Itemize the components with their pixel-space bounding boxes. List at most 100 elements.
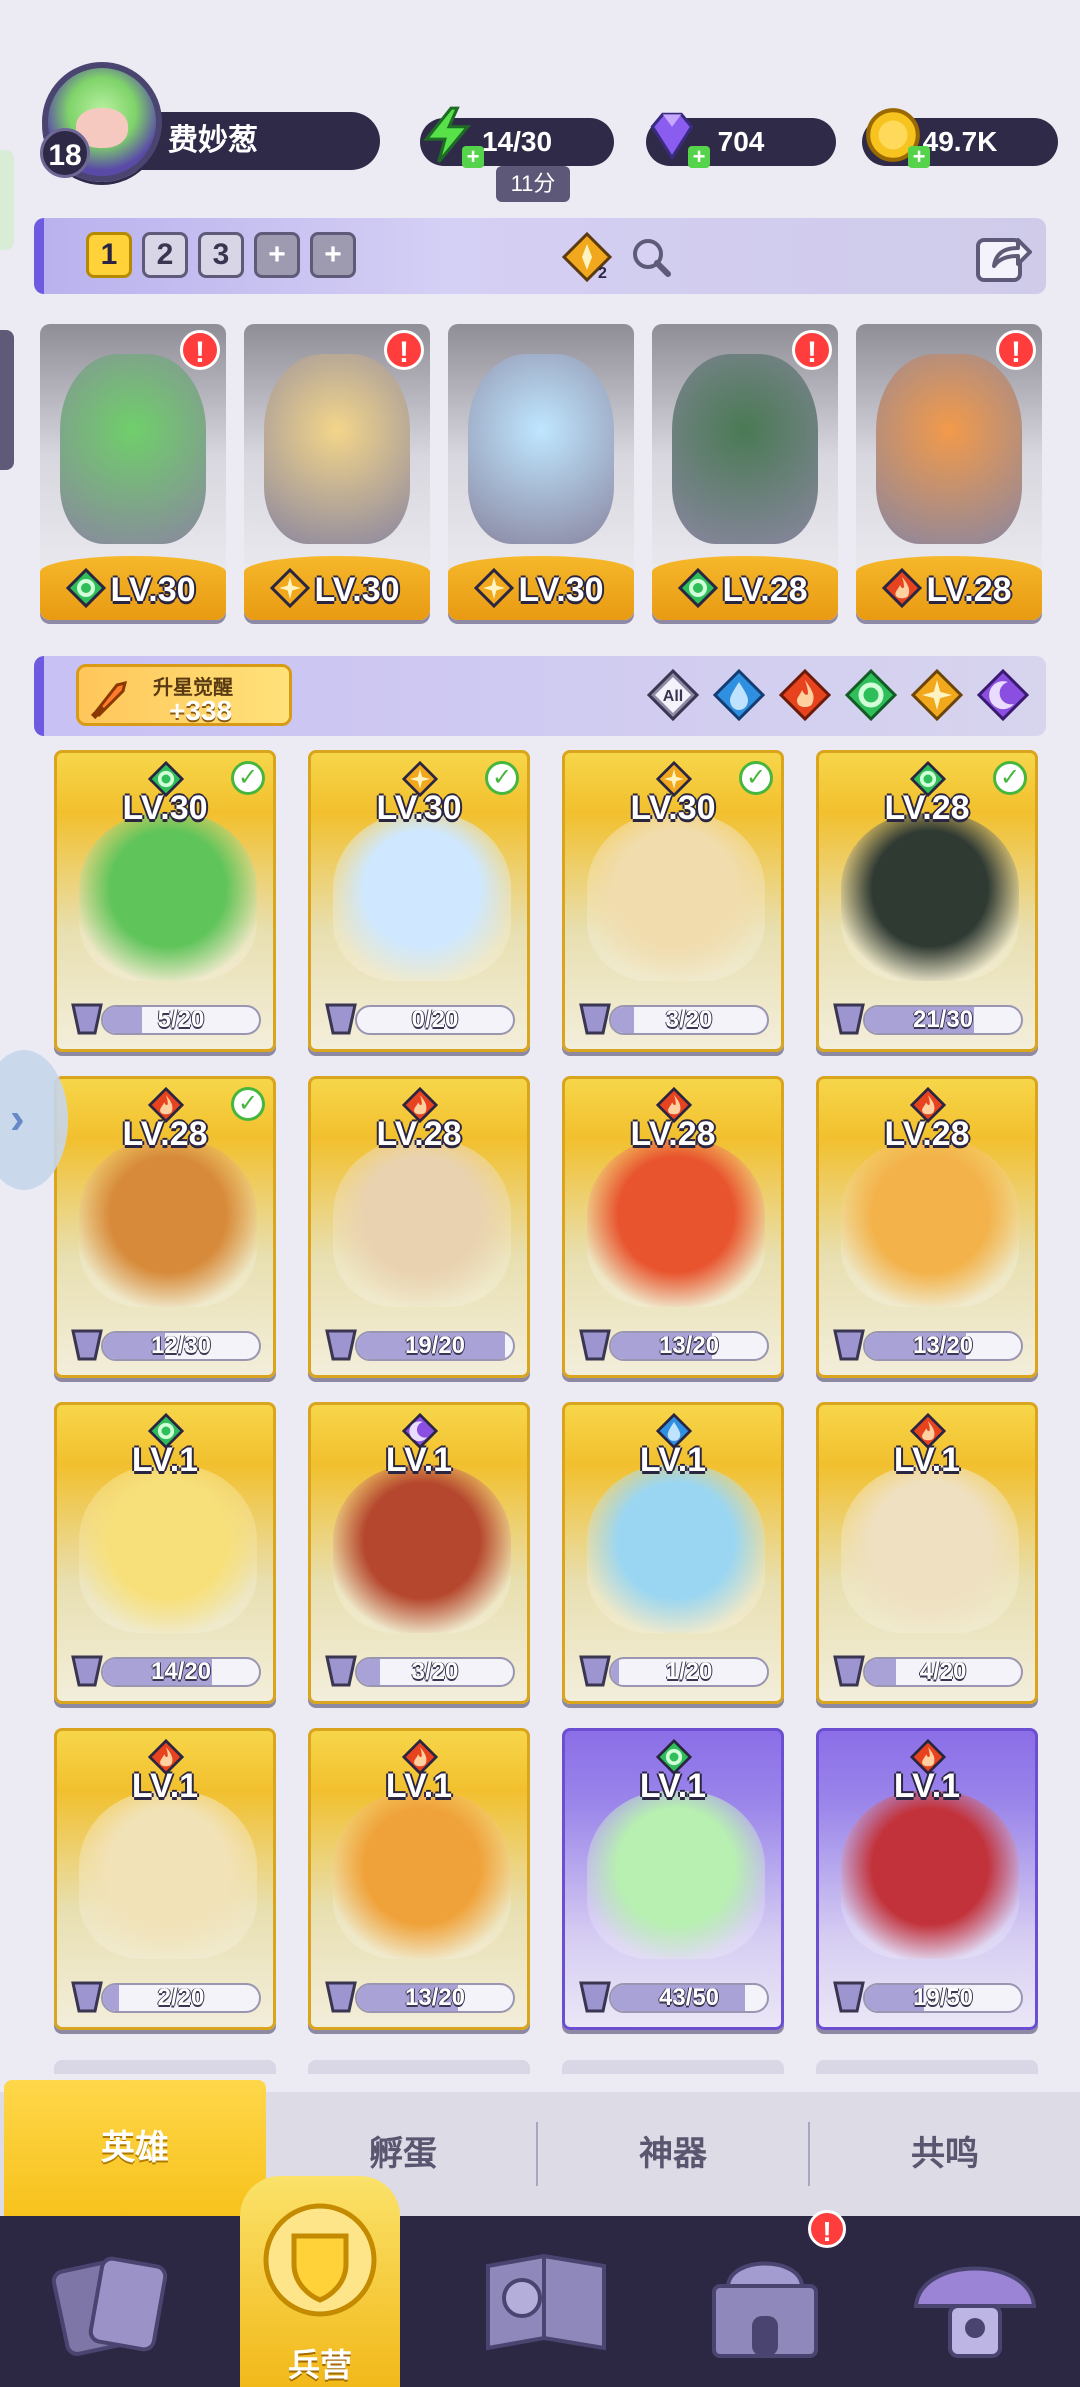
light-filter-icon[interactable] <box>910 668 964 722</box>
shard-progress-text: 5/20 <box>157 1006 205 1033</box>
hero-level: LV.28 <box>884 1115 970 1153</box>
bottom-navigation <box>0 2216 1080 2387</box>
hero-shard-icon <box>579 1003 611 1035</box>
shard-progress-text: 3/20 <box>665 1006 713 1033</box>
hero-card[interactable]: LV.1 3/20 <box>308 1402 530 1704</box>
shard-progress-text: 13/20 <box>912 1332 974 1359</box>
team-selector-bar: 1 2 3 + + 2 <box>34 218 1046 294</box>
dark-filter-icon[interactable] <box>976 668 1030 722</box>
hero-portrait <box>79 1791 257 1959</box>
fire-filter-icon[interactable] <box>778 668 832 722</box>
left-drawer-handle[interactable] <box>0 330 14 470</box>
barracks-icon <box>263 2203 377 2317</box>
shard-progress-text: 19/20 <box>404 1332 466 1359</box>
hero-portrait <box>79 813 257 981</box>
hero-card[interactable]: ✓ LV.30 5/20 <box>54 750 276 1052</box>
alert-badge: ! <box>384 330 424 370</box>
hero-card[interactable]: ✓ LV.30 3/20 <box>562 750 784 1052</box>
shard-progress-bar: 3/20 <box>609 1005 769 1035</box>
hero-level: LV.30 <box>376 789 462 827</box>
tab-artifacts[interactable]: 神器 <box>540 2092 806 2216</box>
nature-filter-icon[interactable] <box>844 668 898 722</box>
team-member-card[interactable]: LV.30! <box>40 324 226 620</box>
team-tab-3[interactable]: 3 <box>198 232 244 278</box>
hero-shard-icon <box>325 1329 357 1361</box>
hero-card[interactable]: LV.28 13/20 <box>816 1076 1038 1378</box>
hero-shard-icon <box>579 1329 611 1361</box>
team-member-card[interactable]: LV.28! <box>856 324 1042 620</box>
hero-portrait <box>264 354 410 544</box>
hero-level: LV.1 <box>385 1767 453 1805</box>
shard-progress-text: 3/20 <box>411 1658 459 1685</box>
hero-card[interactable]: LV.1 19/50 <box>816 1728 1038 2030</box>
mushroom-house-icon[interactable] <box>900 2236 1050 2366</box>
hero-card[interactable]: LV.1 43/50 <box>562 1728 784 2030</box>
hero-portrait <box>587 813 765 981</box>
awaken-button[interactable]: 升星觉醒 +338 <box>76 664 292 726</box>
hero-level: LV.28 <box>122 1115 208 1153</box>
event-side-widget[interactable] <box>0 150 14 250</box>
search-icon[interactable] <box>624 230 678 284</box>
team-member-card[interactable]: LV.28! <box>652 324 838 620</box>
next-row-card-edge <box>308 2060 530 2074</box>
hero-shard-icon <box>579 1981 611 2013</box>
hero-card[interactable]: LV.1 2/20 <box>54 1728 276 2030</box>
hero-card[interactable]: LV.28 13/20 <box>562 1076 784 1378</box>
castle-icon[interactable] <box>690 2236 840 2366</box>
hero-card[interactable]: LV.1 13/20 <box>308 1728 530 2030</box>
water-filter-icon[interactable] <box>712 668 766 722</box>
alert-badge: ! <box>792 330 832 370</box>
hero-level: LV.1 <box>893 1441 961 1479</box>
shard-progress-bar: 12/30 <box>101 1331 261 1361</box>
hero-level: LV.1 <box>385 1441 453 1479</box>
hero-card[interactable]: LV.1 1/20 <box>562 1402 784 1704</box>
hero-card[interactable]: ✓ LV.30 0/20 <box>308 750 530 1052</box>
energy-plus-button[interactable]: + <box>462 146 484 168</box>
all-filter-label: All <box>663 688 683 705</box>
hero-shard-icon <box>833 1981 865 2013</box>
shard-progress-bar: 21/30 <box>863 1005 1023 1035</box>
hero-portrait <box>841 1791 1019 1959</box>
gem-plus-button[interactable]: + <box>688 146 710 168</box>
tab-heroes[interactable]: 英雄 <box>4 2080 266 2216</box>
cards-icon[interactable] <box>40 2236 190 2366</box>
shard-progress-bar: 13/20 <box>609 1331 769 1361</box>
hero-card[interactable]: LV.1 14/20 <box>54 1402 276 1704</box>
shard-progress-bar: 2/20 <box>101 1983 261 2013</box>
coin-plus-button[interactable]: + <box>908 146 930 168</box>
team-member-card[interactable]: LV.30 <box>448 324 634 620</box>
team-tab-add-2[interactable]: + <box>310 232 356 278</box>
shard-progress-bar: 3/20 <box>355 1657 515 1687</box>
hero-portrait <box>841 813 1019 981</box>
hero-card[interactable]: ✓ LV.28 21/30 <box>816 750 1038 1052</box>
team-member-card[interactable]: LV.30! <box>244 324 430 620</box>
hero-portrait <box>672 354 818 544</box>
all-filter-icon[interactable]: All <box>646 668 700 722</box>
shard-progress-text: 2/20 <box>157 1984 205 2011</box>
shard-progress-bar: 0/20 <box>355 1005 515 1035</box>
hero-card[interactable]: LV.1 4/20 <box>816 1402 1038 1704</box>
shard-progress-text: 43/50 <box>658 1984 720 2011</box>
hero-level: LV.1 <box>893 1767 961 1805</box>
nav-barracks[interactable]: 兵营 <box>240 2176 400 2387</box>
hero-card[interactable]: ✓ LV.28 12/30 <box>54 1076 276 1378</box>
team-tab-2[interactable]: 2 <box>142 232 188 278</box>
hero-shard-icon <box>325 1655 357 1687</box>
team-member-level: LV.30 <box>314 571 400 609</box>
share-icon[interactable] <box>974 228 1032 284</box>
shard-progress-text: 4/20 <box>919 1658 967 1685</box>
hero-level: LV.1 <box>639 1767 707 1805</box>
map-book-icon[interactable] <box>474 2236 624 2366</box>
hero-portrait <box>333 1465 511 1633</box>
hero-card[interactable]: LV.28 19/20 <box>308 1076 530 1378</box>
nav-barracks-label: 兵营 <box>287 2347 352 2383</box>
sword-icon <box>90 680 128 720</box>
shard-progress-bar: 1/20 <box>609 1657 769 1687</box>
team-element-filter-icon[interactable]: 2 <box>560 230 614 284</box>
team-member-level: LV.28 <box>722 571 808 609</box>
next-row-card-edge <box>562 2060 784 2074</box>
chevron-right-icon: › <box>10 1094 25 1143</box>
tab-resonance[interactable]: 共鸣 <box>812 2092 1078 2216</box>
team-tab-add-1[interactable]: + <box>254 232 300 278</box>
team-tab-1[interactable]: 1 <box>86 232 132 278</box>
